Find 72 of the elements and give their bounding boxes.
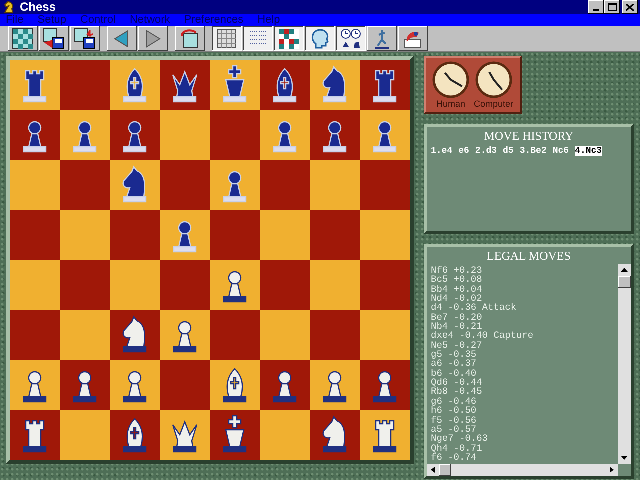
menu-item[interactable]: Help xyxy=(258,14,280,26)
head-button[interactable] xyxy=(305,26,335,51)
close-button[interactable] xyxy=(622,0,638,14)
panel-title: LEGAL MOVES xyxy=(486,248,572,264)
move-text[interactable]: e6 xyxy=(458,146,470,156)
save-button[interactable] xyxy=(70,26,100,51)
hint-button[interactable] xyxy=(398,26,428,51)
scroll-thumb[interactable] xyxy=(618,276,631,288)
colors-button[interactable] xyxy=(274,26,304,51)
menu-item[interactable]: Network xyxy=(130,14,170,26)
legal-move-item[interactable]: Bb4 +0.04 xyxy=(431,284,614,294)
legal-move-item[interactable]: Nge7 -0.63 xyxy=(431,434,614,444)
legal-move-item[interactable]: g6 -0.46 xyxy=(431,396,614,406)
legal-move-item[interactable]: f5 -0.56 xyxy=(431,416,614,425)
legal-move-item[interactable]: Qh4 -0.71 xyxy=(431,444,614,453)
legal-move-item[interactable]: Bc5 +0.08 xyxy=(431,275,614,285)
horizontal-scrollbar[interactable] xyxy=(427,464,618,476)
disk-icon xyxy=(74,28,96,50)
menu-item[interactable]: Setup xyxy=(38,14,66,26)
minimize-button[interactable] xyxy=(588,0,604,14)
legal-move-item[interactable]: a6 -0.37 xyxy=(431,359,614,369)
clocks-icon xyxy=(340,28,362,50)
legal-move-item[interactable]: Nb4 -0.21 xyxy=(431,322,614,332)
legal-move-item[interactable]: Nf6 +0.23 xyxy=(431,266,614,276)
maximize-button[interactable] xyxy=(604,0,620,14)
legal-move-item[interactable]: Qd6 -0.44 xyxy=(431,378,614,388)
move-text[interactable]: d5 xyxy=(503,146,514,156)
legal-move-item[interactable]: b6 -0.40 xyxy=(431,368,614,378)
legal-move-item[interactable]: g5 -0.35 xyxy=(431,350,614,360)
board-button[interactable] xyxy=(212,26,242,51)
legal-move-item[interactable]: Be7 -0.20 xyxy=(431,312,614,322)
clock-icon xyxy=(432,61,470,99)
forward-button[interactable] xyxy=(138,26,168,51)
maximize-icon xyxy=(608,3,616,11)
move-text[interactable]: 4.Nc3 xyxy=(575,146,602,156)
menu-item[interactable]: File xyxy=(6,14,24,26)
head-icon xyxy=(309,28,331,50)
checkerboard-icon xyxy=(12,28,34,50)
legal-move-item[interactable]: d4 -0.36 Attack xyxy=(431,303,614,313)
close-icon xyxy=(626,4,634,10)
list-button[interactable] xyxy=(243,26,273,51)
legal-move-item[interactable]: a5 -0.57 xyxy=(431,424,614,434)
legal-move-item[interactable]: dxe4 -0.40 Capture xyxy=(431,331,614,341)
undo-button[interactable] xyxy=(175,26,205,51)
clock-label: Human xyxy=(436,99,466,109)
knight-icon xyxy=(2,0,16,14)
menu-item[interactable]: Preferences xyxy=(184,14,244,26)
legal-move-item[interactable]: Ne5 -0.27 xyxy=(431,340,614,350)
undo-icon xyxy=(179,28,201,50)
back-button[interactable] xyxy=(107,26,137,51)
panel-title: MOVE HISTORY xyxy=(483,128,575,144)
clocks-button[interactable] xyxy=(336,26,366,51)
checkerboard-icon xyxy=(278,28,300,50)
new-button[interactable] xyxy=(8,26,38,51)
move-text[interactable]: Nc6 xyxy=(552,146,570,156)
move-text[interactable]: 1.e4 xyxy=(431,146,453,156)
window-title: Chess xyxy=(20,0,58,14)
legal-move-item[interactable]: Nd4 -0.02 xyxy=(431,294,614,304)
menu-item[interactable]: Control xyxy=(80,14,116,26)
legal-move-item[interactable]: f6 -0.74 xyxy=(431,452,614,462)
clock-icon xyxy=(474,61,513,99)
move-text[interactable]: 2.d3 xyxy=(475,146,498,156)
scroll-thumb[interactable] xyxy=(439,464,451,476)
clock-label: Computer xyxy=(474,99,514,109)
vertical-scrollbar[interactable] xyxy=(618,264,631,464)
disk-icon xyxy=(43,28,65,50)
legal-move-item[interactable]: Rb8 -0.45 xyxy=(431,387,614,397)
figure-button[interactable] xyxy=(367,26,397,51)
grid-icon xyxy=(216,28,238,50)
load-button[interactable] xyxy=(39,26,69,51)
legal-move-item[interactable]: h6 -0.50 xyxy=(431,406,614,416)
move-text[interactable]: 3.Be2 xyxy=(520,146,547,156)
